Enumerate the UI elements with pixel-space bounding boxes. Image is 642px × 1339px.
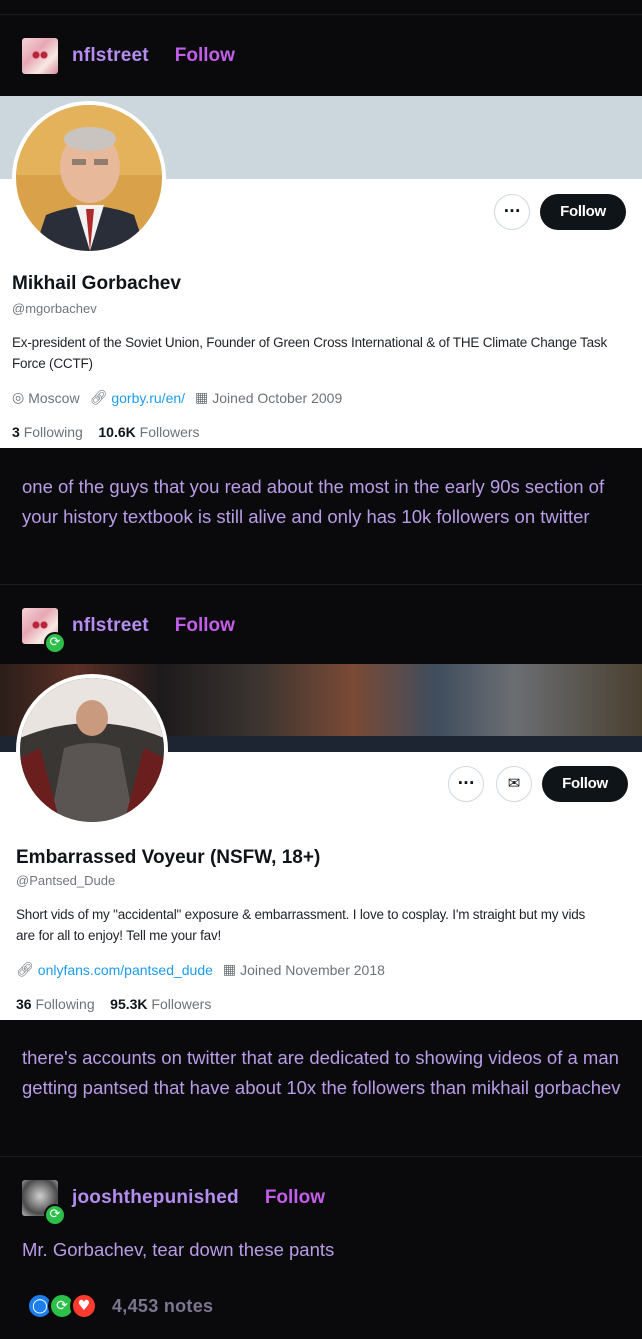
mail-icon: ✉ [507, 774, 521, 792]
reblog-icon: ⟳ [44, 1204, 66, 1226]
followers-count[interactable]: 95.3K [110, 996, 147, 1012]
following-label[interactable]: Following [35, 996, 94, 1012]
more-options-button[interactable]: ··· [448, 766, 484, 802]
profile-location: Moscow [28, 390, 80, 406]
profile-name: Mikhail Gorbachev [12, 273, 181, 294]
more-horizontal-icon: ··· [457, 774, 475, 792]
post-body-text: one of the guys that you read about the … [22, 476, 605, 527]
post-header: ⟳ nflstreet Follow [22, 606, 235, 654]
followers-count[interactable]: 10.6K [98, 424, 135, 440]
following-count[interactable]: 3 [12, 424, 20, 440]
following-count[interactable]: 36 [16, 996, 32, 1012]
message-button[interactable]: ✉ [496, 766, 532, 802]
following-label[interactable]: Following [24, 424, 83, 440]
profile-bio: Short vids of my "accidental" exposure &… [16, 907, 586, 943]
follow-link[interactable]: Follow [175, 615, 235, 637]
post-username[interactable]: jooshthepunished [72, 1187, 239, 1209]
profile-website[interactable]: gorby.ru/en/ [111, 390, 185, 406]
profile-joined: Joined November 2018 [240, 962, 385, 978]
profile-name: Embarrassed Voyeur (NSFW, 18+) [16, 847, 321, 868]
profile-joined: Joined October 2009 [212, 390, 343, 406]
followers-label[interactable]: Followers [151, 996, 211, 1012]
profile-bio: Ex-president of the Soviet Union, Founde… [12, 335, 608, 371]
top-divider [0, 14, 642, 15]
more-horizontal-icon: ··· [503, 202, 521, 220]
link-icon: 🔗︎ [16, 962, 34, 978]
notes-count[interactable]: 4,453 notes [112, 1296, 213, 1317]
profile-meta: 🔗︎ onlyfans.com/pantsed_dude ▦ Joined No… [16, 962, 395, 978]
follow-link[interactable]: Follow [265, 1187, 325, 1209]
location-icon: ◎ [12, 390, 25, 406]
profile-handle: @mgorbachev [12, 301, 97, 316]
user-avatar[interactable] [22, 38, 58, 74]
profile-stats: 3 Following 10.6K Followers [12, 424, 200, 440]
twitter-follow-button[interactable]: Follow [540, 194, 626, 230]
twitter-profile-card: ··· ✉ Follow Embarrassed Voyeur (NSFW, 1… [0, 664, 642, 1020]
twitter-follow-button[interactable]: Follow [542, 766, 628, 802]
reblog-icon: ⟳ [44, 632, 66, 654]
user-avatar[interactable]: ⟳ [22, 608, 66, 654]
reblog-divider [0, 1156, 642, 1157]
calendar-icon: ▦ [195, 390, 209, 406]
post-username[interactable]: nflstreet [72, 615, 149, 637]
notes-bar[interactable]: ◯ ⟳ ♥ 4,453 notes [26, 1292, 213, 1320]
profile-handle: @Pantsed_Dude [16, 873, 116, 888]
more-options-button[interactable]: ··· [494, 194, 530, 230]
post-body-text: Mr. Gorbachev, tear down these pants [22, 1239, 335, 1260]
twitter-profile-card: ··· Follow Mikhail Gorbachev @mgorbachev… [0, 96, 642, 448]
post-header: nflstreet Follow [22, 36, 235, 76]
profile-meta: ◎ Moscow 🔗︎ gorby.ru/en/ ▦ Joined Octobe… [12, 390, 352, 406]
reblog-divider [0, 584, 642, 585]
follow-link[interactable]: Follow [175, 45, 235, 67]
profile-photo [12, 101, 166, 255]
profile-stats: 36 Following 95.3K Followers [16, 996, 211, 1012]
post-header: ⟳ jooshthepunished Follow [22, 1178, 325, 1226]
followers-label[interactable]: Followers [140, 424, 200, 440]
post-username[interactable]: nflstreet [72, 45, 149, 67]
profile-photo [16, 674, 168, 826]
post-body-text: there's accounts on twitter that are ded… [22, 1047, 621, 1098]
heart-icon: ♥ [70, 1292, 98, 1320]
calendar-icon: ▦ [222, 962, 237, 978]
user-avatar[interactable]: ⟳ [22, 1180, 66, 1226]
link-icon: 🔗︎ [89, 390, 108, 406]
profile-website[interactable]: onlyfans.com/pantsed_dude [38, 962, 213, 978]
